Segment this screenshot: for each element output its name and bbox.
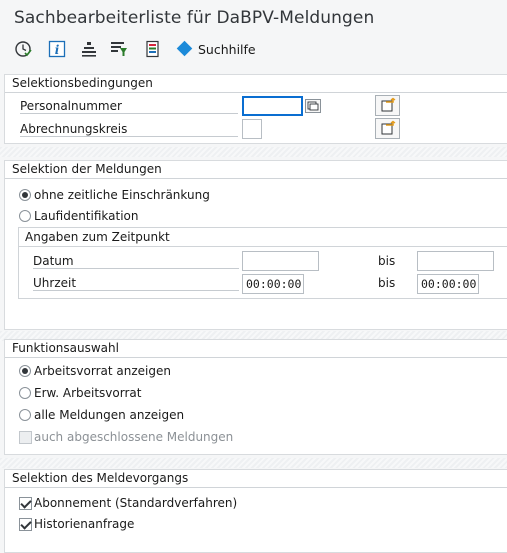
checkbox-abgeschlossene-meldungen[interactable] bbox=[19, 431, 32, 444]
radio-alle-meldungen-anzeigen[interactable] bbox=[19, 409, 31, 421]
group-funktionsauswahl: Funktionsauswahl Arbeitsvorrat anzeigen … bbox=[4, 339, 507, 455]
divider bbox=[5, 178, 507, 179]
multiple-selection-icon bbox=[381, 97, 396, 112]
personalnummer-label: Personalnummer bbox=[20, 99, 238, 114]
abrechnungskreis-label: Abrechnungskreis bbox=[20, 122, 238, 137]
checkbox-historienanfrage[interactable] bbox=[19, 518, 32, 531]
group-selektion-meldungen: Selektion der Meldungen ohne zeitliche E… bbox=[4, 160, 507, 330]
group-title: Selektionsbedingungen bbox=[12, 76, 153, 90]
get-variant-icon[interactable] bbox=[80, 40, 98, 58]
execute-icon[interactable] bbox=[14, 40, 32, 58]
datum-label: Datum bbox=[33, 254, 239, 269]
radio-label: alle Meldungen anzeigen bbox=[34, 408, 185, 422]
suchhilfe-button[interactable]: Suchhilfe bbox=[198, 42, 256, 57]
radio-laufidentifikation[interactable] bbox=[19, 210, 31, 222]
abrechnungskreis-input[interactable] bbox=[242, 119, 262, 139]
search-help-icon bbox=[176, 40, 193, 57]
separator bbox=[0, 147, 507, 157]
checkbox-label: Historienanfrage bbox=[34, 517, 135, 531]
separator bbox=[0, 458, 507, 468]
subgroup-zeitpunkt: Angaben zum Zeitpunkt Datum bis Uhrzeit … bbox=[18, 227, 507, 299]
group-title: Selektion des Meldevorgangs bbox=[12, 471, 189, 485]
datum-to-input[interactable] bbox=[417, 251, 494, 271]
checkbox-label: auch abgeschlossene Meldungen bbox=[34, 430, 234, 444]
save-variant-icon[interactable] bbox=[110, 40, 128, 58]
radio-erw-arbeitsvorrat[interactable] bbox=[19, 387, 31, 399]
svg-text:i: i bbox=[55, 43, 60, 57]
layout-icon[interactable] bbox=[144, 40, 162, 58]
radio-label: Erw. Arbeitsvorrat bbox=[34, 386, 142, 400]
multiple-selection-button[interactable] bbox=[375, 95, 400, 116]
uhrzeit-to-input[interactable]: 00:00:00 bbox=[417, 274, 479, 294]
toolbar: i Suchhilfe bbox=[0, 36, 507, 64]
divider bbox=[5, 357, 507, 358]
value-help-icon[interactable] bbox=[305, 99, 321, 113]
multiple-selection-icon bbox=[381, 120, 396, 135]
group-title: Selektion der Meldungen bbox=[12, 162, 162, 176]
uhrzeit-from-input[interactable]: 00:00:00 bbox=[242, 274, 304, 294]
subgroup-title: Angaben zum Zeitpunkt bbox=[25, 230, 170, 244]
radio-ohne-zeitliche-einschraenkung[interactable] bbox=[19, 189, 31, 201]
divider bbox=[5, 487, 507, 488]
radio-arbeitsvorrat-anzeigen[interactable] bbox=[19, 365, 31, 377]
personalnummer-input[interactable] bbox=[242, 96, 303, 116]
radio-label: Arbeitsvorrat anzeigen bbox=[34, 364, 171, 378]
group-selektionsbedingungen: Selektionsbedingungen Personalnummer Abr… bbox=[4, 74, 507, 144]
page-title: Sachbearbeiterliste für DaBPV-Meldungen bbox=[14, 8, 375, 28]
bis-label: bis bbox=[378, 254, 396, 268]
checkbox-abonnement[interactable] bbox=[19, 497, 32, 510]
group-title: Funktionsauswahl bbox=[12, 341, 119, 355]
info-icon[interactable]: i bbox=[48, 40, 66, 58]
divider bbox=[5, 92, 507, 93]
group-meldevorgang: Selektion des Meldevorgangs Abonnement (… bbox=[4, 469, 507, 553]
radio-label: Laufidentifikation bbox=[34, 209, 139, 223]
uhrzeit-label: Uhrzeit bbox=[33, 276, 239, 291]
radio-label: ohne zeitliche Einschränkung bbox=[34, 188, 210, 202]
divider bbox=[19, 246, 507, 247]
datum-from-input[interactable] bbox=[242, 251, 319, 271]
bis-label: bis bbox=[378, 276, 396, 290]
multiple-selection-button[interactable] bbox=[375, 118, 400, 139]
checkbox-label: Abonnement (Standardverfahren) bbox=[34, 496, 238, 510]
